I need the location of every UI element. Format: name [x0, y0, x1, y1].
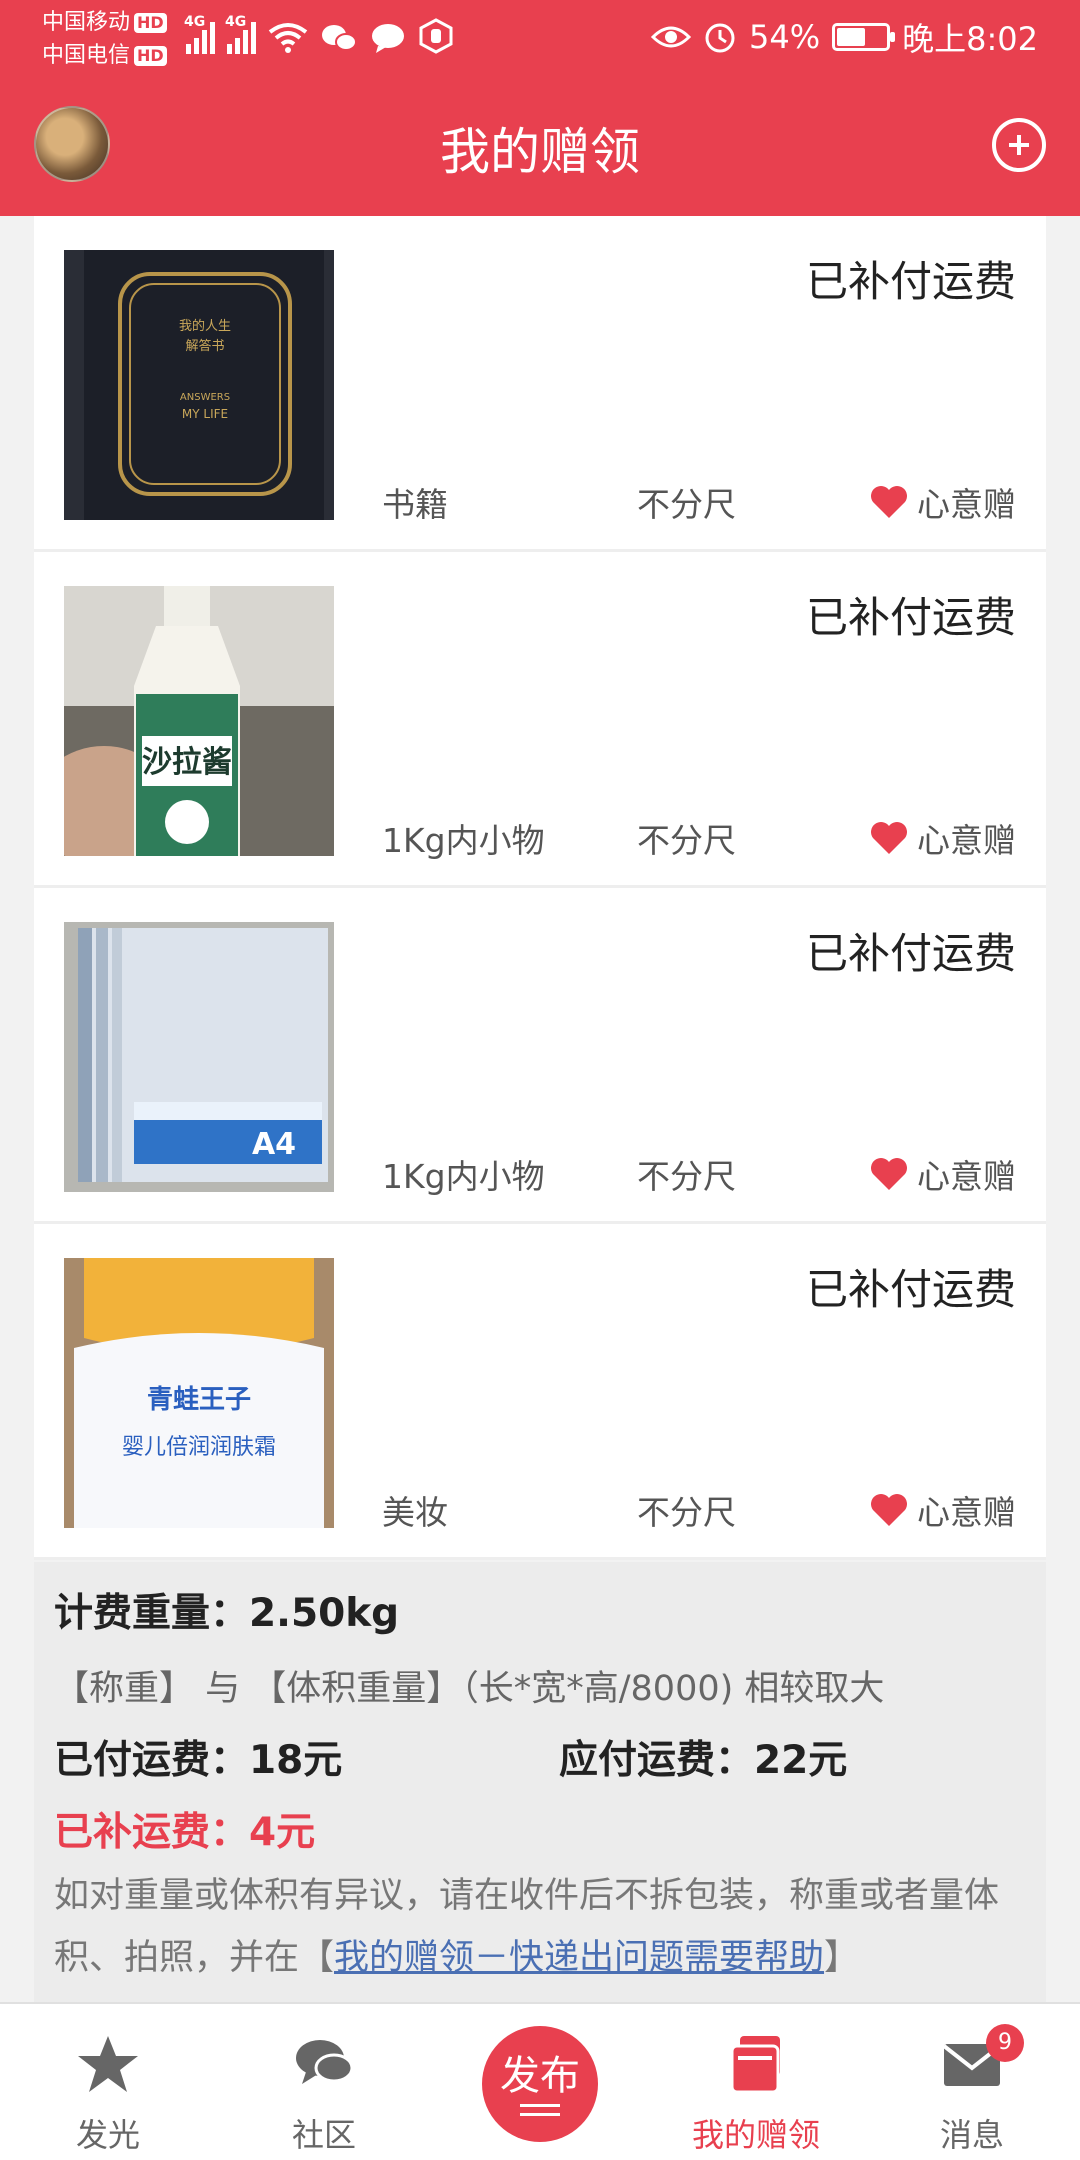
- hand-shield-icon: [419, 18, 453, 54]
- item-meta: 美妆 不分尺 心意赠: [34, 1486, 1046, 1536]
- clock: 晚上8:02: [902, 20, 1038, 58]
- network-label: 4G: [184, 14, 206, 30]
- item-status: 已补付运费: [805, 257, 1016, 306]
- list-item[interactable]: A4 已补付运费 1Kg内小物 不分尺 心意赠: [34, 888, 1046, 1224]
- book-title-line2: 解答书: [185, 338, 224, 354]
- item-meta: 1Kg内小物 不分尺 心意赠: [34, 1150, 1046, 1200]
- add-button[interactable]: [992, 118, 1046, 172]
- item-category: 书籍: [382, 485, 448, 524]
- gift-type: 心意赠: [869, 478, 1016, 526]
- status-right: 54% 晚上8:02: [651, 14, 1038, 60]
- battery-icon: [832, 23, 896, 51]
- tab-shine[interactable]: 发光: [0, 2004, 216, 2160]
- shipping-fee-summary: 计费重量：2.50kg 【称重】 与 【体积重量】（长*宽*高/8000) 相较…: [34, 1562, 1046, 2002]
- book-en-line1: ANSWERS: [180, 392, 230, 403]
- gift-type-label: 心意赠: [917, 1493, 1016, 1532]
- unread-badge: 9: [986, 2024, 1024, 2062]
- heart-icon: [871, 822, 907, 854]
- heart-icon: [871, 1158, 907, 1190]
- item-status: 已补付运费: [805, 1265, 1016, 1314]
- item-status: 已补付运费: [805, 593, 1016, 642]
- hd-badge: HD: [134, 46, 167, 66]
- wechat-icon: [322, 25, 357, 51]
- item-meta: 书籍 不分尺 心意赠: [34, 478, 1046, 528]
- status-bar: 中国移动 HD 中国电信 HD 4G 4G 54% 晚上8:02: [0, 0, 1080, 74]
- item-size: 不分尺: [637, 1493, 736, 1532]
- carrier-info: 中国移动 HD 中国电信 HD: [42, 6, 167, 72]
- bottom-tab-bar: 发光 社区 发布 我的赠领 9 消息: [0, 2002, 1080, 2160]
- alarm-icon: [705, 23, 735, 53]
- item-category: 1Kg内小物: [382, 821, 545, 860]
- heart-icon: [871, 486, 907, 518]
- item-size: 不分尺: [637, 485, 736, 524]
- fee-row: 已付运费：18元 应付运费：22元: [54, 1729, 1026, 1789]
- weight-note: 【称重】 与 【体积重量】（长*宽*高/8000) 相较取大: [54, 1669, 885, 1709]
- publish-button[interactable]: 发布: [482, 2026, 598, 2142]
- billing-weight: 计费重量：2.50kg: [54, 1591, 400, 1636]
- signal-icon: 4G: [184, 14, 215, 54]
- cream-brand: 青蛙王子: [147, 1385, 251, 1415]
- tab-my-gifts[interactable]: 我的赠领: [648, 2004, 864, 2160]
- gift-type-label: 心意赠: [917, 485, 1016, 524]
- item-size: 不分尺: [637, 821, 736, 860]
- help-text: 如对重量或体积有异议，请在收件后不拆包装，称重或者量体积、拍照，并在【我的赠领－…: [54, 1865, 1026, 1989]
- message-icon: [372, 24, 404, 53]
- due-fee: 应付运费：22元: [559, 1738, 848, 1783]
- hd-badge: HD: [134, 13, 167, 33]
- heart-icon: [871, 1494, 907, 1526]
- eye-icon: [651, 26, 691, 48]
- signal-icon: 4G: [225, 14, 256, 54]
- book-title-line1: 我的人生: [179, 318, 231, 334]
- star-icon: [78, 2036, 138, 2092]
- gift-type-label: 心意赠: [917, 1157, 1016, 1196]
- page-title: 我的赠领: [440, 123, 640, 181]
- battery-percent: 54%: [749, 18, 821, 56]
- chat-bubbles-icon: [296, 2040, 354, 2084]
- book-en-line2: MY LIFE: [182, 407, 228, 421]
- gift-type: 心意赠: [869, 814, 1016, 862]
- carrier-1: 中国移动: [42, 10, 131, 35]
- publish-label: 发布: [500, 2053, 580, 2099]
- bottle-label: 沙拉酱: [142, 745, 232, 780]
- help-link[interactable]: 我的赠领－快递出问题需要帮助: [334, 1938, 824, 1978]
- cards-icon: [730, 2036, 780, 2094]
- item-size: 不分尺: [637, 1157, 736, 1196]
- cream-product: 婴儿倍润润肤霜: [122, 1435, 276, 1460]
- gift-type-label: 心意赠: [917, 821, 1016, 860]
- item-status: 已补付运费: [805, 929, 1016, 978]
- refund-fee: 已补运费：4元: [54, 1810, 316, 1855]
- wifi-icon: [268, 23, 308, 53]
- list-item[interactable]: 沙拉酱 已补付运费 1Kg内小物 不分尺 心意赠: [34, 552, 1046, 888]
- tab-messages[interactable]: 9 消息: [864, 2004, 1080, 2160]
- signal-icons: 4G 4G: [184, 14, 454, 54]
- gift-list: 我的人生 解答书 ANSWERS MY LIFE 已补付运费 书籍 不分尺 心意…: [34, 216, 1046, 1560]
- gift-type: 心意赠: [869, 1150, 1016, 1198]
- item-category: 美妆: [382, 1493, 448, 1532]
- network-label: 4G: [225, 14, 247, 30]
- gift-type: 心意赠: [869, 1486, 1016, 1534]
- menu-lines-icon: [520, 2104, 560, 2116]
- tab-community[interactable]: 社区: [216, 2004, 432, 2160]
- tab-label: 我的赠领: [691, 2116, 820, 2154]
- paid-fee: 已付运费：18元: [54, 1738, 343, 1783]
- help-text-end: 】: [824, 1938, 860, 1978]
- app-bar: 我的赠领: [0, 74, 1080, 216]
- item-meta: 1Kg内小物 不分尺 心意赠: [34, 814, 1046, 864]
- item-category: 1Kg内小物: [382, 1157, 545, 1196]
- list-item[interactable]: 青蛙王子 婴儿倍润润肤霜 已补付运费 美妆 不分尺 心意赠: [34, 1224, 1046, 1560]
- list-item[interactable]: 我的人生 解答书 ANSWERS MY LIFE 已补付运费 书籍 不分尺 心意…: [34, 216, 1046, 552]
- tab-label: 社区: [291, 2116, 356, 2154]
- carrier-2: 中国电信: [42, 43, 131, 68]
- tab-label: 发光: [75, 2116, 140, 2154]
- tab-label: 消息: [939, 2116, 1004, 2154]
- top-header: 中国移动 HD 中国电信 HD 4G 4G 54% 晚上8:02 我的赠领: [0, 0, 1080, 216]
